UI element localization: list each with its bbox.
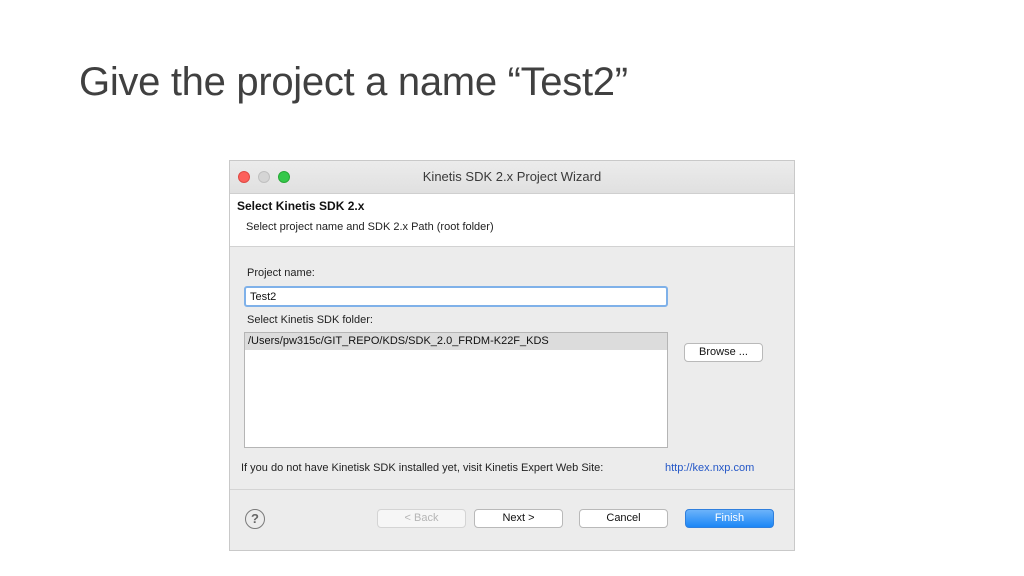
window-title: Kinetis SDK 2.x Project Wizard [422, 169, 602, 184]
list-item[interactable]: /Users/pw315c/GIT_REPO/KDS/SDK_2.0_FRDM-… [245, 333, 667, 350]
project-wizard-dialog: Kinetis SDK 2.x Project Wizard Select Ki… [229, 160, 795, 551]
wizard-header-description: Select project name and SDK 2.x Path (ro… [246, 221, 494, 233]
project-name-label: Project name: [247, 267, 315, 279]
footer-divider [230, 489, 794, 490]
kinetis-expert-link[interactable]: http://kex.nxp.com [665, 462, 754, 474]
browse-button[interactable]: Browse ... [684, 343, 763, 362]
sdk-folder-label: Select Kinetis SDK folder: [247, 314, 373, 326]
next-button[interactable]: Next > [474, 509, 563, 528]
wizard-header: Select Kinetis SDK 2.x Select project na… [230, 194, 794, 247]
cancel-button[interactable]: Cancel [579, 509, 668, 528]
wizard-header-title: Select Kinetis SDK 2.x [237, 199, 365, 213]
finish-button[interactable]: Finish [685, 509, 774, 528]
back-button[interactable]: < Back [377, 509, 466, 528]
window-titlebar: Kinetis SDK 2.x Project Wizard [230, 161, 794, 194]
slide-title: Give the project a name “Test2” [79, 60, 628, 104]
sdk-folder-list[interactable]: /Users/pw315c/GIT_REPO/KDS/SDK_2.0_FRDM-… [244, 332, 668, 448]
sdk-info-text: If you do not have Kinetisk SDK installe… [241, 462, 604, 474]
help-icon[interactable]: ? [245, 509, 265, 529]
project-name-input[interactable] [244, 286, 668, 307]
